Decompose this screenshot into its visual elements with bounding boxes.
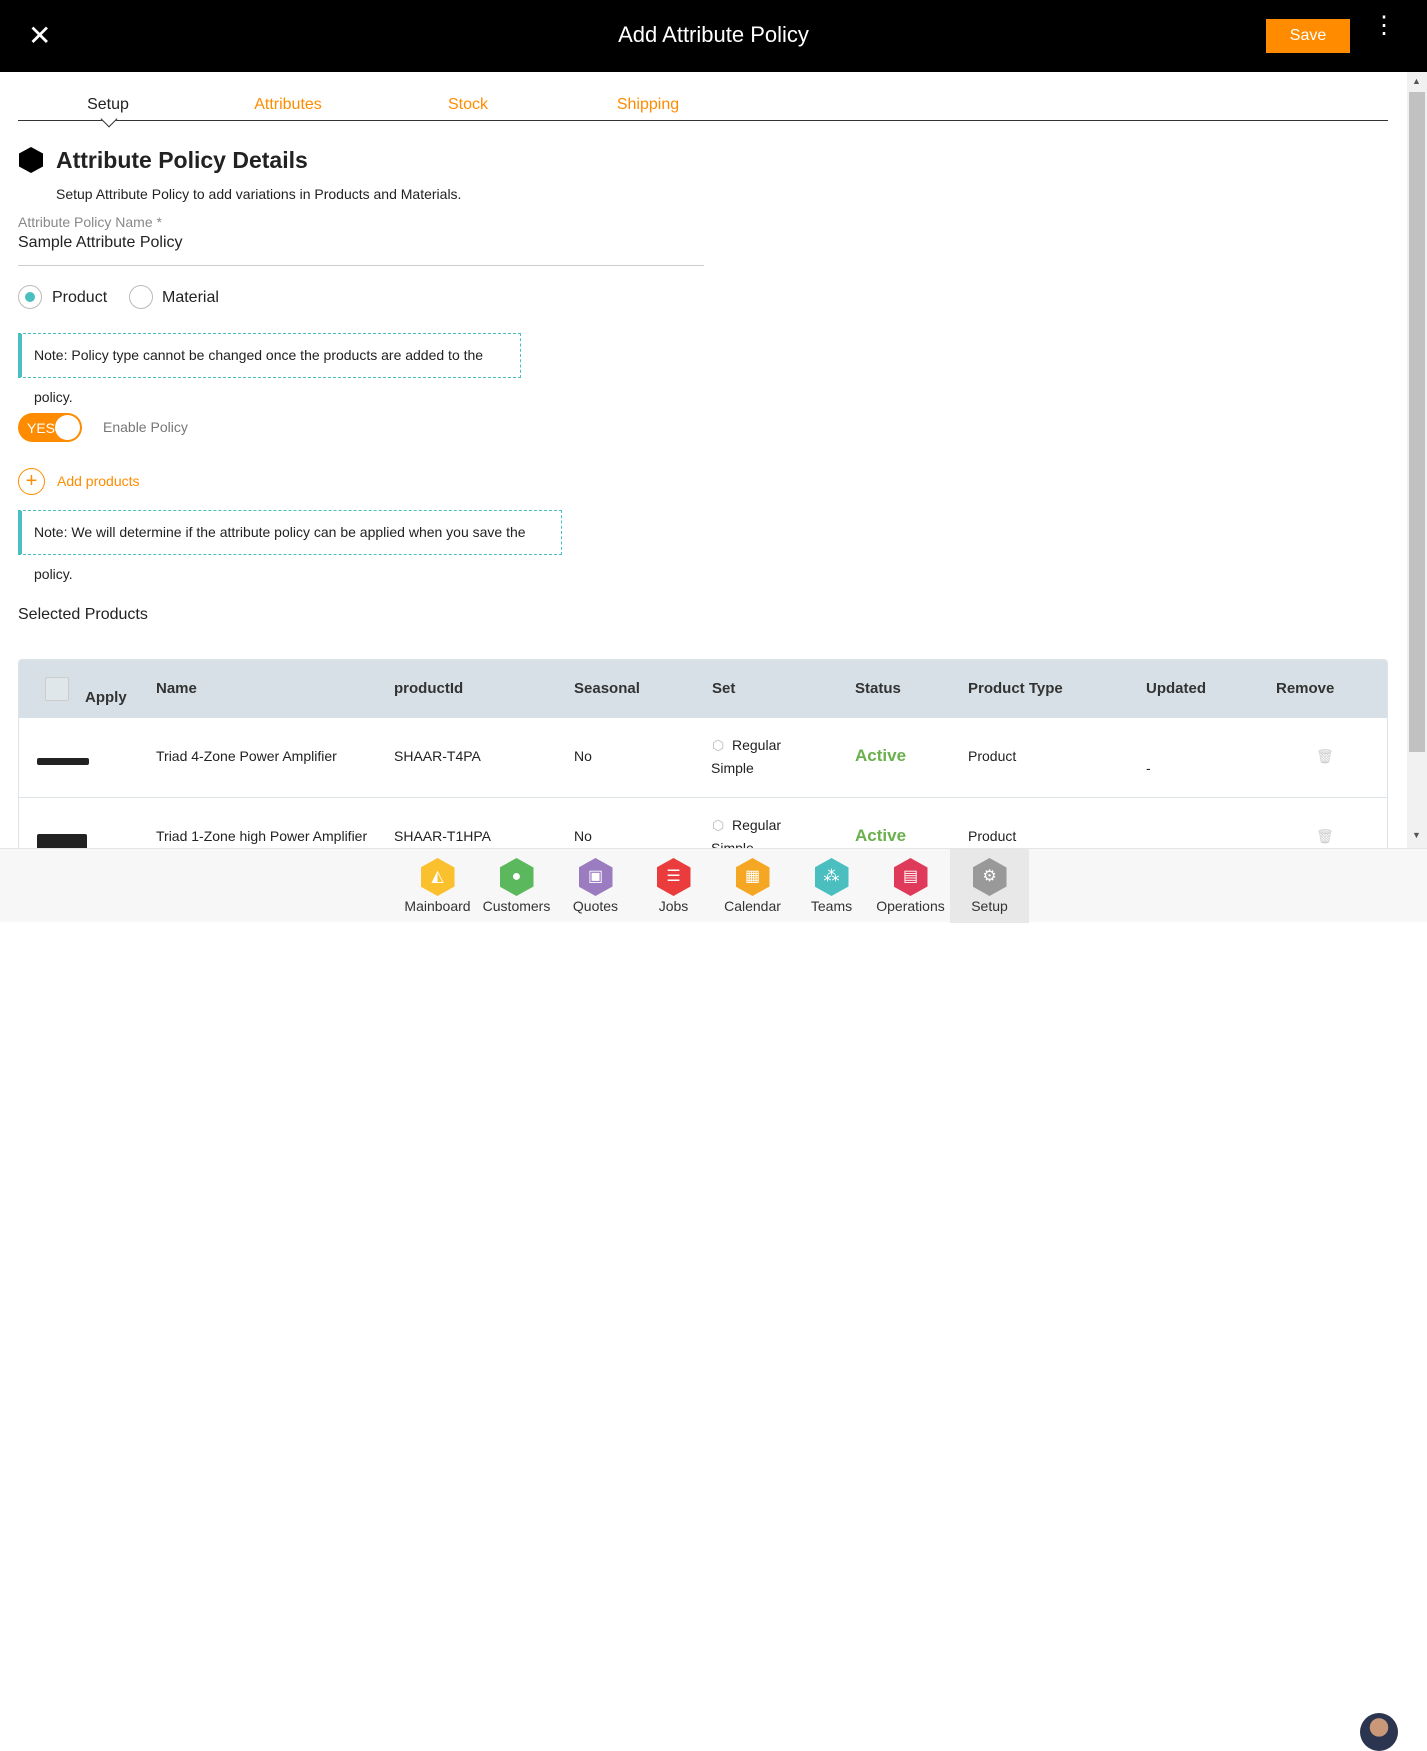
tab-attributes[interactable]: Attributes bbox=[198, 96, 378, 114]
scrollbar[interactable]: ▲ ▼ bbox=[1407, 72, 1427, 848]
bottom-nav: ◭ Mainboard ● Customers ▣ Quotes ☰ Jobs ▦ Cal… bbox=[0, 848, 1427, 1751]
product-id: SHAAR-T4PA bbox=[394, 748, 481, 764]
radio-product[interactable] bbox=[18, 285, 42, 309]
nav-mainboard[interactable]: ◭ Mainboard bbox=[398, 849, 477, 923]
trash-icon[interactable]: 🗑 bbox=[1316, 828, 1334, 845]
mainboard-icon: ◭ bbox=[420, 858, 455, 896]
set-type: Regular bbox=[732, 737, 782, 753]
policy-type-note: Note: Policy type cannot be changed once… bbox=[18, 333, 521, 405]
nav-label: Customers bbox=[482, 898, 551, 914]
product-type: Product bbox=[968, 748, 1017, 764]
section-subtitle: Setup Attribute Policy to add variations… bbox=[56, 186, 462, 202]
nav-label: Teams bbox=[810, 898, 853, 914]
col-set[interactable]: Set bbox=[712, 680, 735, 697]
col-seasonal[interactable]: Seasonal bbox=[574, 680, 640, 697]
save-button[interactable]: Save bbox=[1266, 19, 1350, 53]
more-options-icon[interactable]: ⋮ bbox=[1372, 14, 1396, 38]
page-title: Add Attribute Policy bbox=[618, 22, 809, 47]
scroll-down-icon[interactable]: ▼ bbox=[1412, 830, 1421, 840]
add-icon[interactable]: + bbox=[18, 468, 45, 495]
product-name[interactable]: Triad 4-Zone Power Amplifier bbox=[156, 748, 337, 764]
tab-stock[interactable]: Stock bbox=[378, 96, 558, 114]
table-row: Triad 4-Zone Power Amplifier SHAAR-T4PA … bbox=[19, 718, 1387, 798]
apply-note: Note: We will determine if the attribute… bbox=[18, 510, 562, 582]
status-badge: Active bbox=[855, 826, 907, 845]
table-header: Apply Name productId Seasonal Set Status… bbox=[19, 660, 1387, 718]
toggle-label: YES bbox=[27, 420, 56, 436]
nav-teams[interactable]: ⁂ Teams bbox=[792, 849, 871, 923]
set-icon: ⬡ bbox=[712, 817, 725, 833]
col-product-type[interactable]: Product Type bbox=[968, 680, 1063, 697]
select-all-checkbox[interactable] bbox=[45, 677, 69, 701]
nav-label: Mainboard bbox=[404, 898, 471, 914]
nav-quotes[interactable]: ▣ Quotes bbox=[556, 849, 635, 923]
tab-shipping[interactable]: Shipping bbox=[558, 96, 738, 114]
updated: - bbox=[1146, 760, 1151, 776]
product-name[interactable]: Triad 1-Zone high Power Amplifier bbox=[156, 828, 367, 844]
scrollbar-thumb[interactable] bbox=[1409, 92, 1425, 752]
col-productid[interactable]: productId bbox=[394, 680, 463, 697]
product-id: SHAAR-T1HPA bbox=[394, 828, 491, 844]
tab-bar: Setup Attributes Stock Shipping bbox=[18, 92, 1388, 128]
nav-label: Calendar bbox=[724, 898, 781, 914]
nav-setup[interactable]: ⚙ Setup bbox=[950, 849, 1029, 923]
policy-name-label: Attribute Policy Name * bbox=[18, 214, 162, 230]
seasonal: No bbox=[574, 828, 592, 844]
radio-product-label: Product bbox=[52, 289, 108, 306]
col-apply: Apply bbox=[85, 689, 127, 706]
nav-calendar[interactable]: ▦ Calendar bbox=[713, 849, 792, 923]
product-type: Product bbox=[968, 828, 1017, 844]
enable-policy-label: Enable Policy bbox=[103, 419, 188, 435]
person-icon: ● bbox=[499, 858, 534, 896]
set-kind: Simple bbox=[711, 760, 754, 776]
radio-material-label: Material bbox=[162, 289, 219, 306]
enable-policy-toggle[interactable]: YES bbox=[18, 413, 82, 442]
nav-operations[interactable]: ▤ Operations bbox=[871, 849, 950, 923]
status-badge: Active bbox=[855, 746, 907, 765]
col-updated[interactable]: Updated bbox=[1146, 680, 1206, 697]
radio-material[interactable] bbox=[129, 285, 153, 309]
avatar[interactable] bbox=[1360, 1713, 1398, 1751]
nav-customers[interactable]: ● Customers bbox=[477, 849, 556, 923]
seasonal: No bbox=[574, 748, 592, 764]
product-thumbnail bbox=[37, 758, 89, 765]
toggle-knob bbox=[55, 415, 80, 440]
selected-products-title: Selected Products bbox=[18, 606, 148, 623]
calendar-icon: ▦ bbox=[735, 858, 770, 896]
briefcase-icon: ▤ bbox=[893, 858, 928, 896]
nav-label: Operations bbox=[876, 898, 945, 914]
hexagon-icon bbox=[19, 147, 43, 173]
scroll-up-icon[interactable]: ▲ bbox=[1412, 76, 1421, 86]
col-name[interactable]: Name bbox=[156, 680, 197, 697]
gear-icon: ⚙ bbox=[972, 858, 1007, 896]
nav-jobs[interactable]: ☰ Jobs bbox=[634, 849, 713, 923]
add-products-link[interactable]: Add products bbox=[57, 473, 140, 489]
nav-label: Quotes bbox=[572, 898, 619, 914]
nav-label: Jobs bbox=[658, 898, 689, 914]
col-remove: Remove bbox=[1276, 680, 1335, 697]
section-title: Attribute Policy Details bbox=[56, 147, 308, 173]
set-type: Regular bbox=[732, 817, 782, 833]
nav-label: Setup bbox=[971, 898, 1008, 914]
trash-icon[interactable]: 🗑 bbox=[1316, 748, 1334, 765]
quotes-icon: ▣ bbox=[578, 858, 613, 896]
set-icon: ⬡ bbox=[712, 737, 725, 753]
top-bar: ✕ Add Attribute Policy Save ⋮ bbox=[0, 0, 1427, 72]
teams-icon: ⁂ bbox=[814, 858, 849, 896]
col-status[interactable]: Status bbox=[855, 680, 901, 697]
products-table: Apply Name productId Seasonal Set Status… bbox=[18, 659, 1388, 859]
list-icon: ☰ bbox=[656, 858, 691, 896]
policy-name-input[interactable]: Sample Attribute Policy bbox=[18, 234, 704, 266]
